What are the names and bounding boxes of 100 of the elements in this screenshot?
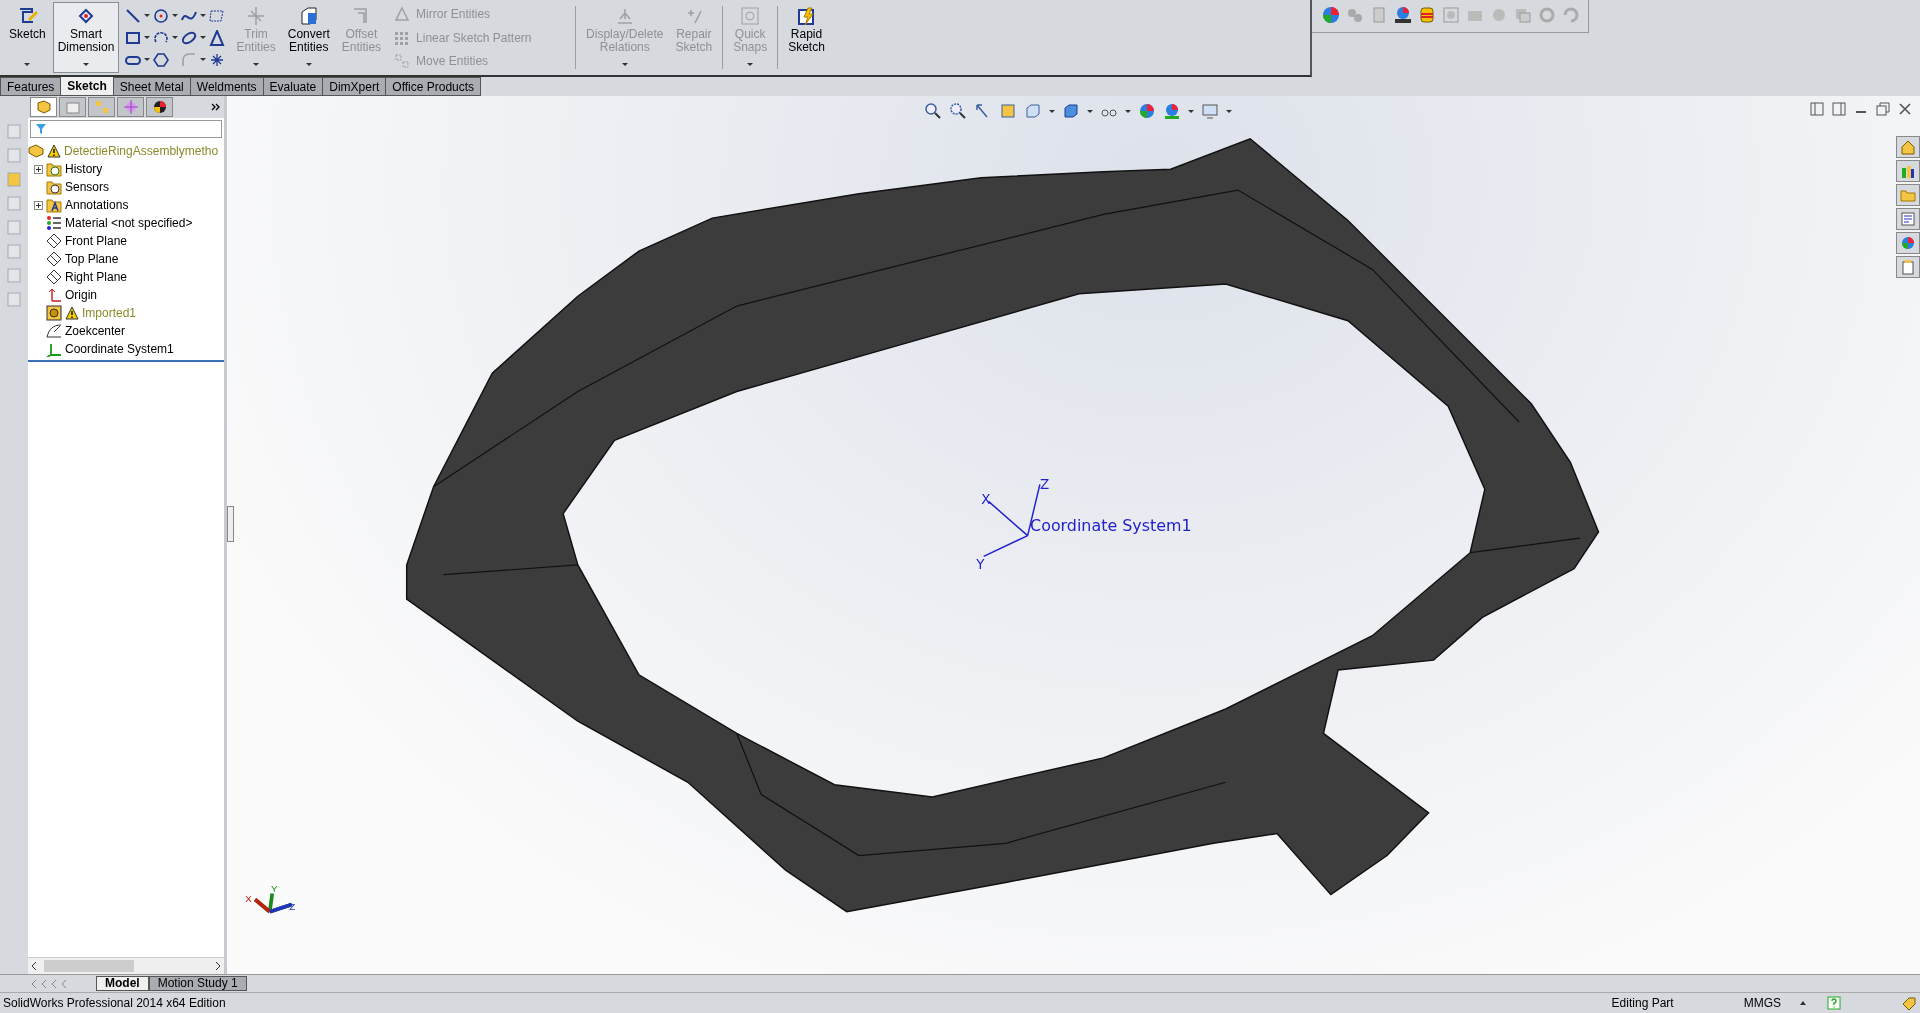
- tree-item[interactable]: Right Plane: [65, 270, 128, 284]
- toolbar-button[interactable]: Convert Entities: [282, 2, 335, 73]
- section-view-icon[interactable]: [999, 102, 1017, 120]
- scene-ball-icon[interactable]: [1394, 6, 1412, 24]
- material-icon: [46, 215, 62, 231]
- history-folder-icon: [46, 161, 62, 177]
- toolbar-button[interactable]: Smart Dimension: [52, 2, 120, 73]
- status-text: Editing Part: [1611, 996, 1674, 1010]
- view-palette-icon: [1900, 211, 1916, 227]
- caret-icon: [1125, 109, 1131, 113]
- caret-icon: [144, 58, 151, 61]
- warning-triangle-icon: [394, 6, 411, 22]
- tree-item[interactable]: Zoekcenter: [65, 324, 126, 338]
- coordinate-system-icon: [46, 341, 62, 357]
- tab[interactable]: Sheet Metal: [112, 77, 191, 96]
- appearance-ball-icon[interactable]: [1322, 6, 1340, 24]
- tab[interactable]: Sketch: [60, 77, 114, 96]
- appearance-ball-icon[interactable]: [1138, 102, 1156, 120]
- tab[interactable]: DimXpert: [322, 77, 387, 96]
- part-name[interactable]: DetectieRingAssemblymetho: [64, 144, 219, 158]
- tree-item[interactable]: Material <not specified>: [65, 216, 193, 230]
- sketch-icon: [46, 323, 62, 339]
- tree-item[interactable]: Annotations: [65, 198, 129, 212]
- tab[interactable]: Features: [0, 77, 62, 96]
- rectangle-icon[interactable]: [125, 29, 142, 46]
- axis-label: Y: [271, 883, 278, 895]
- text-symbol-icon[interactable]: [209, 29, 226, 46]
- imported-body-icon: [46, 305, 62, 321]
- part-icon: [35, 99, 52, 115]
- caret-icon: [172, 14, 179, 17]
- dot-grid-icon: [394, 29, 411, 46]
- horizontal-scrollbar[interactable]: [28, 957, 224, 974]
- caret-icon: [1049, 109, 1055, 113]
- point-icon[interactable]: [209, 51, 226, 68]
- tree-item[interactable]: Coordinate System1: [65, 342, 174, 356]
- units-label[interactable]: MMGS: [1743, 996, 1781, 1010]
- tab[interactable]: Weldments: [189, 77, 264, 96]
- sensor-folder-icon: [46, 179, 62, 195]
- feature-manager-tab[interactable]: [30, 97, 57, 117]
- monitor-icon[interactable]: [1201, 102, 1219, 120]
- crosshair-icon: [122, 99, 139, 115]
- folder-icon: [1900, 187, 1916, 203]
- zoom-fit-icon[interactable]: [924, 102, 942, 120]
- property-icon: [64, 99, 81, 115]
- restore-icon[interactable]: [1876, 102, 1890, 116]
- status-text: SolidWorks Professional 2014 x64 Edition: [3, 996, 226, 1010]
- property-manager-tab[interactable]: [59, 97, 86, 117]
- tag-icon[interactable]: [1901, 996, 1917, 1010]
- plane-grid-icon[interactable]: [209, 7, 226, 24]
- tab[interactable]: Evaluate: [262, 77, 324, 96]
- expand-icon[interactable]: [34, 200, 43, 210]
- task-pane-button[interactable]: [1896, 208, 1920, 230]
- pane-collapse-handle[interactable]: [227, 506, 234, 542]
- display-manager-tab[interactable]: [146, 97, 173, 117]
- plane-icon: [46, 233, 62, 249]
- scroll-right-icon: [214, 961, 222, 971]
- axis-label: Y: [976, 556, 985, 572]
- axis-label: Z: [1039, 477, 1050, 493]
- scroll-left-icon: [30, 961, 38, 971]
- tree-item[interactable]: Front Plane: [65, 234, 128, 248]
- toolbar-button[interactable]: Sketch: [4, 2, 51, 73]
- tile-left-icon[interactable]: [1810, 102, 1824, 116]
- home-icon: [1900, 139, 1916, 155]
- polygon-icon[interactable]: [153, 51, 170, 68]
- filter-field[interactable]: [30, 120, 222, 138]
- task-pane-button[interactable]: [1896, 136, 1920, 158]
- fillet-icon[interactable]: [181, 51, 198, 68]
- close-icon[interactable]: [1898, 102, 1912, 116]
- tree-item[interactable]: Imported1: [82, 306, 137, 320]
- tree-item[interactable]: History: [65, 162, 103, 176]
- expand-icon[interactable]: [34, 164, 43, 174]
- caret-icon: [200, 58, 207, 61]
- circle-icon[interactable]: [153, 7, 170, 24]
- caret-icon: [200, 14, 207, 17]
- task-pane-button[interactable]: [1896, 256, 1920, 278]
- tab[interactable]: Office Products: [385, 77, 482, 96]
- axis-label: X: [981, 491, 991, 507]
- database-icon[interactable]: [1418, 6, 1436, 24]
- snaps-icon: [739, 5, 762, 27]
- task-pane-button[interactable]: [1896, 232, 1920, 254]
- toolbar-button[interactable]: Rapid Sketch: [783, 2, 830, 73]
- zoom-area-icon[interactable]: [949, 102, 967, 120]
- ellipse-icon[interactable]: [181, 29, 198, 46]
- display-style-icon[interactable]: [1062, 102, 1080, 120]
- tab[interactable]: Model: [96, 976, 149, 991]
- tree-item[interactable]: Top Plane: [65, 252, 119, 266]
- configuration-manager-tab[interactable]: [88, 97, 115, 117]
- appearance-ball-icon: [1900, 235, 1916, 251]
- tree-item[interactable]: Origin: [65, 288, 97, 302]
- help-icon[interactable]: [1827, 996, 1841, 1010]
- view-triad-axes: [253, 891, 294, 914]
- task-pane-button[interactable]: [1896, 160, 1920, 182]
- line-icon[interactable]: [125, 7, 142, 24]
- chevron-right-icon[interactable]: [210, 101, 222, 113]
- tab[interactable]: Motion Study 1: [148, 976, 247, 991]
- view-orientation-icon[interactable]: [1024, 102, 1042, 120]
- caret-icon: [1226, 109, 1232, 113]
- caret-icon: [144, 36, 151, 39]
- tile-right-icon[interactable]: [1832, 102, 1846, 116]
- tree-item[interactable]: Sensors: [65, 180, 110, 194]
